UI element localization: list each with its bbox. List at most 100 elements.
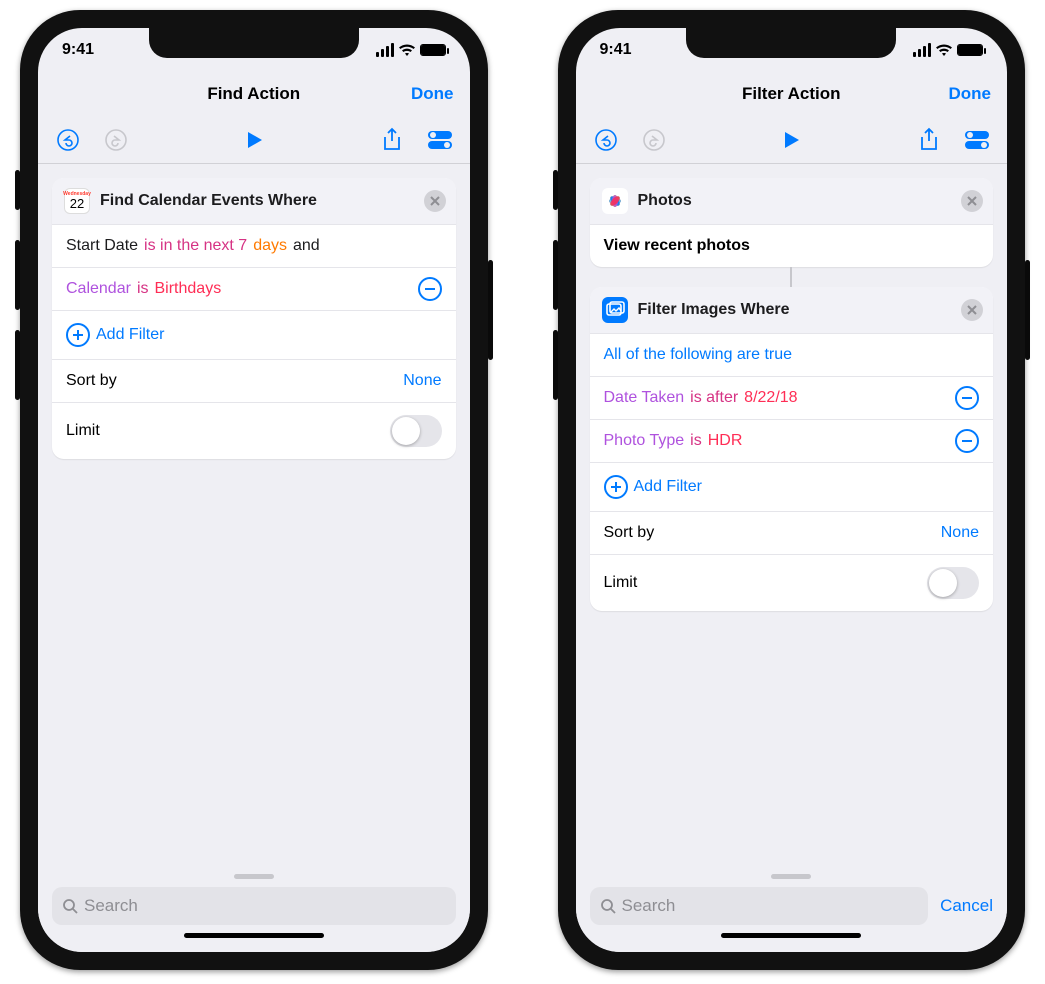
- filter-row-calendar[interactable]: Calendar is Birthdays: [52, 267, 456, 310]
- search-input[interactable]: Search: [590, 887, 929, 925]
- settings-toggle-button[interactable]: [426, 126, 454, 154]
- limit-row: Limit: [590, 554, 994, 611]
- search-icon: [600, 898, 616, 914]
- value-token: 8/22/18: [744, 389, 797, 407]
- phone-right: 9:41 Filter Action Done: [558, 10, 1026, 970]
- remove-filter-button[interactable]: [955, 386, 979, 410]
- search-placeholder: Search: [84, 896, 138, 916]
- limit-toggle[interactable]: [390, 415, 442, 447]
- share-button[interactable]: [915, 126, 943, 154]
- status-icons: [913, 43, 983, 57]
- share-button[interactable]: [378, 126, 406, 154]
- toolbar: [576, 116, 1008, 164]
- remove-action-button[interactable]: [961, 299, 983, 321]
- card-header: Wednesday22 Find Calendar Events Where: [52, 178, 456, 224]
- condition-label: All of the following are true: [604, 346, 793, 364]
- mute-switch: [15, 170, 20, 210]
- remove-action-button[interactable]: [961, 190, 983, 212]
- done-button[interactable]: Done: [949, 84, 992, 104]
- operator-token: is in the next 7: [144, 237, 247, 255]
- filter-row-date-taken[interactable]: Date Taken is after 8/22/18: [590, 376, 994, 419]
- operator-token: is: [690, 432, 702, 450]
- add-filter-label: Add Filter: [634, 478, 702, 496]
- status-icons: [376, 43, 446, 57]
- play-button[interactable]: [777, 126, 805, 154]
- power-button: [1025, 260, 1030, 360]
- volume-up: [553, 240, 558, 310]
- power-button: [488, 260, 493, 360]
- undo-button[interactable]: [54, 126, 82, 154]
- field-token: Calendar: [66, 280, 131, 298]
- plus-icon: [604, 475, 628, 499]
- home-indicator[interactable]: [184, 933, 324, 938]
- limit-row: Limit: [52, 402, 456, 459]
- grabber[interactable]: [234, 874, 274, 879]
- calendar-icon: Wednesday22: [64, 188, 90, 214]
- add-filter-row[interactable]: Add Filter: [52, 310, 456, 359]
- search-icon: [62, 898, 78, 914]
- done-button[interactable]: Done: [411, 84, 454, 104]
- battery-icon: [957, 44, 983, 56]
- bottom-sheet: Search Cancel: [576, 864, 1008, 952]
- filter-row-start-date[interactable]: Start Date is in the next 7 days and: [52, 224, 456, 267]
- plus-icon: [66, 323, 90, 347]
- field-token: Date Taken: [604, 389, 685, 407]
- connector: [590, 267, 994, 287]
- mute-switch: [553, 170, 558, 210]
- screen: 9:41 Filter Action Done: [576, 28, 1008, 952]
- condition-mode-row[interactable]: All of the following are true: [590, 333, 994, 376]
- unit-token: days: [253, 237, 287, 255]
- sort-label: Sort by: [604, 524, 655, 542]
- notch: [149, 28, 359, 58]
- card-header: Photos: [590, 178, 994, 224]
- gallery-icon: [602, 297, 628, 323]
- operator-token: is: [137, 280, 149, 298]
- phone-left: 9:41 Find Action Done: [20, 10, 488, 970]
- volume-down: [15, 330, 20, 400]
- cellular-icon: [913, 43, 931, 57]
- volume-up: [15, 240, 20, 310]
- row-label: View recent photos: [604, 237, 750, 255]
- grabber[interactable]: [771, 874, 811, 879]
- photos-action-card: Photos View recent photos: [590, 178, 994, 267]
- sort-by-row[interactable]: Sort by None: [52, 359, 456, 402]
- wifi-icon: [398, 43, 416, 57]
- sort-value: None: [941, 524, 979, 542]
- card-title: Photos: [638, 192, 692, 210]
- photos-icon: [602, 188, 628, 214]
- nav-title: Filter Action: [742, 84, 841, 104]
- remove-filter-button[interactable]: [418, 277, 442, 301]
- value-token: Birthdays: [155, 280, 222, 298]
- find-calendar-events-card: Wednesday22 Find Calendar Events Where S…: [52, 178, 456, 459]
- filter-images-card: Filter Images Where All of the following…: [590, 287, 994, 611]
- cellular-icon: [376, 43, 394, 57]
- notch: [686, 28, 896, 58]
- redo-button[interactable]: [102, 126, 130, 154]
- add-filter-row[interactable]: Add Filter: [590, 462, 994, 511]
- field-token: Photo Type: [604, 432, 685, 450]
- filter-row-photo-type[interactable]: Photo Type is HDR: [590, 419, 994, 462]
- view-recent-photos-row[interactable]: View recent photos: [590, 224, 994, 267]
- nav-bar: Filter Action Done: [576, 72, 1008, 116]
- nav-title: Find Action: [207, 84, 300, 104]
- add-filter-label: Add Filter: [96, 326, 164, 344]
- settings-toggle-button[interactable]: [963, 126, 991, 154]
- redo-button[interactable]: [640, 126, 668, 154]
- search-input[interactable]: Search: [52, 887, 456, 925]
- status-time: 9:41: [62, 41, 94, 59]
- limit-label: Limit: [604, 574, 638, 592]
- conjunction-token: and: [293, 237, 320, 255]
- sort-by-row[interactable]: Sort by None: [590, 511, 994, 554]
- remove-filter-button[interactable]: [955, 429, 979, 453]
- limit-toggle[interactable]: [927, 567, 979, 599]
- undo-button[interactable]: [592, 126, 620, 154]
- wifi-icon: [935, 43, 953, 57]
- cancel-button[interactable]: Cancel: [940, 896, 993, 916]
- remove-action-button[interactable]: [424, 190, 446, 212]
- screen: 9:41 Find Action Done: [38, 28, 470, 952]
- operator-token: is after: [690, 389, 738, 407]
- home-indicator[interactable]: [721, 933, 861, 938]
- battery-icon: [420, 44, 446, 56]
- play-button[interactable]: [240, 126, 268, 154]
- card-title: Find Calendar Events Where: [100, 192, 317, 210]
